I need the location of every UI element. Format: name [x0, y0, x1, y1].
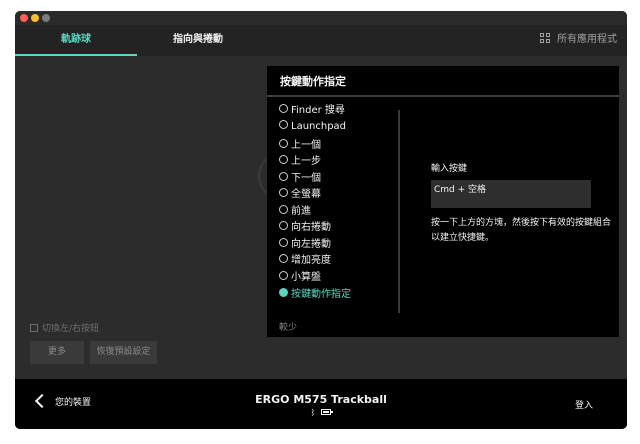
grid-icon [540, 33, 550, 43]
minimize-window-button[interactable] [31, 14, 39, 22]
swap-buttons-label: 切換左/右按鈕 [42, 324, 100, 334]
list-item-label: Launchpad [291, 121, 347, 132]
shortcut-input[interactable]: Cmd + 空格 [431, 180, 591, 208]
device-name: ERGO M575 Trackball [255, 393, 387, 406]
all-apps-label: 所有應用程式 [557, 34, 617, 45]
radio-selected-icon[interactable] [279, 288, 288, 297]
swap-buttons-checkbox[interactable] [30, 324, 38, 332]
list-item-label: 向右捲動 [291, 222, 331, 233]
radio-icon[interactable] [279, 271, 288, 280]
list-item[interactable]: 上一步 [279, 154, 321, 170]
list-item-label: 按鍵動作指定 [291, 289, 351, 300]
list-item[interactable]: 上一個 [279, 138, 321, 154]
restore-defaults-button[interactable]: 恢復預設設定 [90, 341, 157, 364]
list-item[interactable]: 向右捲動 [279, 220, 331, 236]
list-item[interactable]: 下一個 [279, 171, 321, 187]
login-button[interactable]: 登入 [575, 398, 593, 411]
list-item[interactable]: 向左捲動 [279, 237, 331, 253]
action-assignment-panel: 按鍵動作指定 Finder 搜尋 Launchpad 上一個 上一步 下一個 全… [267, 66, 619, 337]
radio-icon[interactable] [279, 205, 288, 214]
list-item[interactable]: Launchpad [279, 119, 346, 135]
list-item[interactable]: 前進 [279, 204, 311, 220]
more-button[interactable]: 更多 [30, 341, 84, 364]
list-item-label: 小算盤 [291, 272, 321, 283]
radio-icon[interactable] [279, 221, 288, 230]
list-item-label: 上一個 [291, 140, 321, 151]
show-fewer-link[interactable]: 較少 [279, 320, 297, 333]
close-window-button[interactable] [20, 14, 28, 22]
list-item-label: 全螢幕 [291, 189, 321, 200]
action-list[interactable]: Finder 搜尋 Launchpad 上一個 上一步 下一個 全螢幕 前進 向… [279, 98, 401, 311]
device-status: ᛒ [15, 408, 627, 417]
list-item-selected[interactable]: 按鍵動作指定 [279, 287, 351, 303]
all-apps-button[interactable]: 所有應用程式 [540, 25, 617, 56]
radio-icon[interactable] [279, 254, 288, 263]
radio-icon[interactable] [279, 139, 288, 148]
tab-trackball[interactable]: 軌跡球 [15, 25, 137, 56]
title-bar [15, 11, 627, 25]
list-item[interactable]: 全螢幕 [279, 187, 321, 203]
input-key-label: 輸入按鍵 [431, 164, 468, 174]
shortcut-hint: 按一下上方的方塊，然後按下有效的按鍵組合以建立快捷鍵。 [431, 218, 612, 243]
radio-icon[interactable] [279, 238, 288, 247]
list-item-label: 下一個 [291, 173, 321, 184]
tab-point-and-scroll[interactable]: 指向與捲動 [143, 25, 253, 56]
battery-icon [321, 409, 334, 415]
list-item-label: 增加亮度 [291, 255, 331, 266]
list-item[interactable]: 增加亮度 [279, 253, 331, 269]
list-item-label: 上一步 [291, 156, 321, 167]
radio-icon[interactable] [279, 172, 288, 181]
list-scrollbar[interactable] [398, 110, 400, 313]
tab-bar: 軌跡球 指向與捲動 所有應用程式 [15, 25, 627, 56]
list-item[interactable]: 小算盤 [279, 270, 321, 286]
panel-title: 按鍵動作指定 [267, 66, 619, 97]
list-item[interactable]: Finder 搜尋 [279, 103, 345, 119]
main-content: 切換左/右按鈕 更多 恢復預設設定 按鍵動作指定 Finder 搜尋 Launc… [15, 56, 627, 379]
list-item-label: Finder 搜尋 [291, 105, 345, 116]
list-item-label: 前進 [291, 206, 311, 217]
radio-icon[interactable] [279, 104, 288, 113]
radio-icon[interactable] [279, 155, 288, 164]
app-window: 軌跡球 指向與捲動 所有應用程式 切換左/右按鈕 更多 恢復預設設定 按鍵動作指… [15, 11, 627, 429]
bluetooth-icon: ᛒ [310, 408, 316, 417]
zoom-window-button[interactable] [42, 14, 50, 22]
radio-icon[interactable] [279, 188, 288, 197]
swap-buttons-option[interactable]: 切換左/右按鈕 [30, 321, 99, 334]
radio-icon[interactable] [279, 120, 288, 129]
list-item-label: 向左捲動 [291, 239, 331, 250]
footer-bar: 您的裝置 ERGO M575 Trackball ᛒ 登入 [15, 379, 627, 429]
